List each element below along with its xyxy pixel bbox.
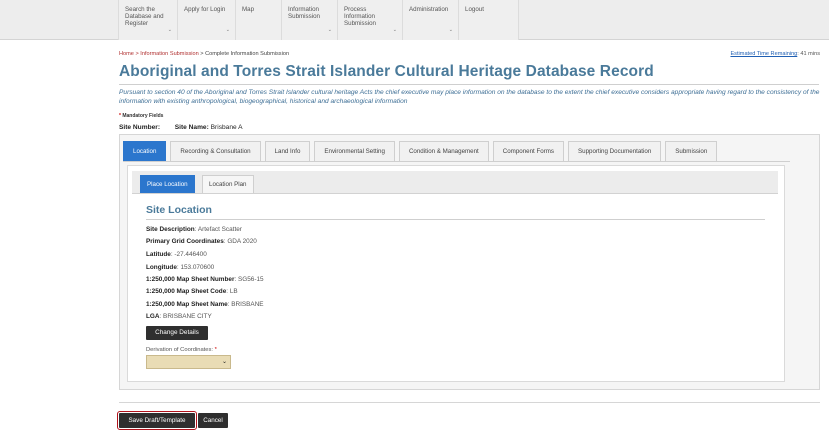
field-map-sheet-number: 1:250,000 Map Sheet Number: SG56-15 <box>146 276 264 283</box>
field-value: : BRISBANE <box>227 301 264 308</box>
field-label: 1:250,000 Map Sheet Number <box>146 276 235 283</box>
nav-label-line: Map <box>242 6 255 13</box>
tabs-divider <box>123 161 790 162</box>
field-label: 1:250,000 Map Sheet Code <box>146 288 227 295</box>
derivation-of-coordinates-select[interactable]: ⌄ <box>146 355 231 369</box>
site-name-value: Brisbane A <box>210 124 243 131</box>
field-lga: LGA: BRISBANE CITY <box>146 313 212 320</box>
change-details-button[interactable]: Change Details <box>146 326 208 340</box>
field-site-description: Site Description: Artefact Scatter <box>146 226 242 233</box>
tab-location[interactable]: Location <box>123 141 167 161</box>
page-title: Aboriginal and Torres Strait Islander Cu… <box>119 63 654 80</box>
nav-label-line: Apply for Login <box>184 6 226 13</box>
nav-label-line: Information <box>344 13 375 20</box>
nav-label-line: Submission <box>344 20 376 27</box>
nav-label-line: Register <box>125 20 149 27</box>
location-subtabs: Place Location Location Plan <box>132 171 778 194</box>
subtab-location-plan[interactable]: Location Plan <box>202 175 254 193</box>
field-latitude: Latitude: -27.446400 <box>146 251 207 258</box>
estimated-time-link[interactable]: Estimated Time Remaining <box>730 51 797 57</box>
nav-logout[interactable]: Logout <box>459 0 519 40</box>
nav-information-submission[interactable]: Information Submission ⌄ <box>282 0 338 40</box>
breadcrumb: Home > Information Submission > Complete… <box>119 51 289 57</box>
nav-administration[interactable]: Administration ⌄ <box>403 0 459 40</box>
field-label: Site Description <box>146 226 195 233</box>
site-name-label: Site Name: <box>174 124 209 131</box>
field-label: LGA <box>146 313 160 320</box>
nav-label-line: Process <box>344 6 367 13</box>
nav-label-line: Submission <box>288 13 320 20</box>
nav-apply-for-login[interactable]: Apply for Login ⌄ <box>178 0 236 40</box>
field-primary-grid-coordinates: Primary Grid Coordinates: GDA 2020 <box>146 238 257 245</box>
nav-map[interactable]: Map <box>236 0 282 40</box>
field-value: : -27.446400 <box>170 251 207 258</box>
section-title: Site Location <box>146 204 212 216</box>
chevron-down-icon: ⌄ <box>167 27 172 33</box>
field-label: Longitude <box>146 264 177 271</box>
field-label: Latitude <box>146 251 171 258</box>
tab-component-forms[interactable]: Component Forms <box>492 141 565 161</box>
footer-divider <box>119 402 820 403</box>
breadcrumb-information-submission-link[interactable]: Information Submission <box>140 51 198 57</box>
derivation-label-text: Derivation of Coordinates: <box>146 347 215 353</box>
breadcrumb-current: Complete Information Submission <box>205 51 290 57</box>
field-label: Primary Grid Coordinates <box>146 238 224 245</box>
section-divider <box>146 219 765 220</box>
chevron-down-icon: ⌄ <box>225 27 230 33</box>
top-nav-items: Search the Database and Register ⌄ Apply… <box>118 0 538 40</box>
site-info-row: Site Number: Site Name: Brisbane A <box>119 124 243 131</box>
top-navigation: Search the Database and Register ⌄ Apply… <box>0 0 829 40</box>
field-map-sheet-name: 1:250,000 Map Sheet Name: BRISBANE <box>146 301 264 308</box>
nav-label-line: Logout <box>465 6 484 13</box>
field-value: : Artefact Scatter <box>194 226 242 233</box>
nav-label-line: Search the <box>125 6 155 13</box>
intro-text: Pursuant to section 40 of the Aboriginal… <box>119 89 820 105</box>
chevron-down-icon: ⌄ <box>448 27 453 33</box>
estimated-time-value: : 41 mins <box>797 51 820 57</box>
nav-process-information-submission[interactable]: Process Information Submission ⌄ <box>338 0 403 40</box>
save-draft-template-button[interactable]: Save Draft/Template <box>117 411 197 430</box>
field-map-sheet-code: 1:250,000 Map Sheet Code: LB <box>146 288 238 295</box>
breadcrumb-home-link[interactable]: Home <box>119 51 134 57</box>
field-value: : 153.070600 <box>176 264 215 271</box>
field-value: : BRISBANE CITY <box>159 313 212 320</box>
field-label: 1:250,000 Map Sheet Name <box>146 301 228 308</box>
chevron-down-icon: ⌄ <box>392 27 397 33</box>
cancel-button[interactable]: Cancel <box>198 413 228 428</box>
field-longitude: Longitude: 153.070600 <box>146 264 214 271</box>
mandatory-fields-note: * Mandatory Fields <box>119 113 163 119</box>
nav-search-database[interactable]: Search the Database and Register ⌄ <box>118 0 178 40</box>
field-value: : LB <box>226 288 238 295</box>
nav-label-line: Administration <box>409 6 449 13</box>
nav-label-line: Database and <box>125 13 164 20</box>
tab-supporting-documentation[interactable]: Supporting Documentation <box>568 141 662 161</box>
subtab-place-location[interactable]: Place Location <box>140 175 195 193</box>
title-divider <box>119 84 819 85</box>
tab-land-info[interactable]: Land Info <box>264 141 311 161</box>
field-value: : GDA 2020 <box>223 238 257 245</box>
chevron-down-icon: ⌄ <box>221 359 227 365</box>
mandatory-fields-label: Mandatory Fields <box>120 113 164 119</box>
site-number-label: Site Number: <box>119 124 161 131</box>
tab-condition-management[interactable]: Condition & Management <box>398 141 489 161</box>
nav-label-line: Information <box>288 6 319 13</box>
field-value: : SG56-15 <box>234 276 264 283</box>
required-asterisk: * <box>214 347 217 353</box>
location-panel <box>127 165 785 382</box>
tab-submission[interactable]: Submission <box>665 141 718 161</box>
estimated-time-remaining: Estimated Time Remaining: 41 mins <box>730 51 820 57</box>
tab-recording-consultation[interactable]: Recording & Consultation <box>170 141 261 161</box>
chevron-down-icon: ⌄ <box>327 27 332 33</box>
tab-environmental-setting[interactable]: Environmental Setting <box>314 141 395 161</box>
record-tabs: Location Recording & Consultation Land I… <box>123 141 721 161</box>
derivation-label: Derivation of Coordinates: * <box>146 347 217 353</box>
